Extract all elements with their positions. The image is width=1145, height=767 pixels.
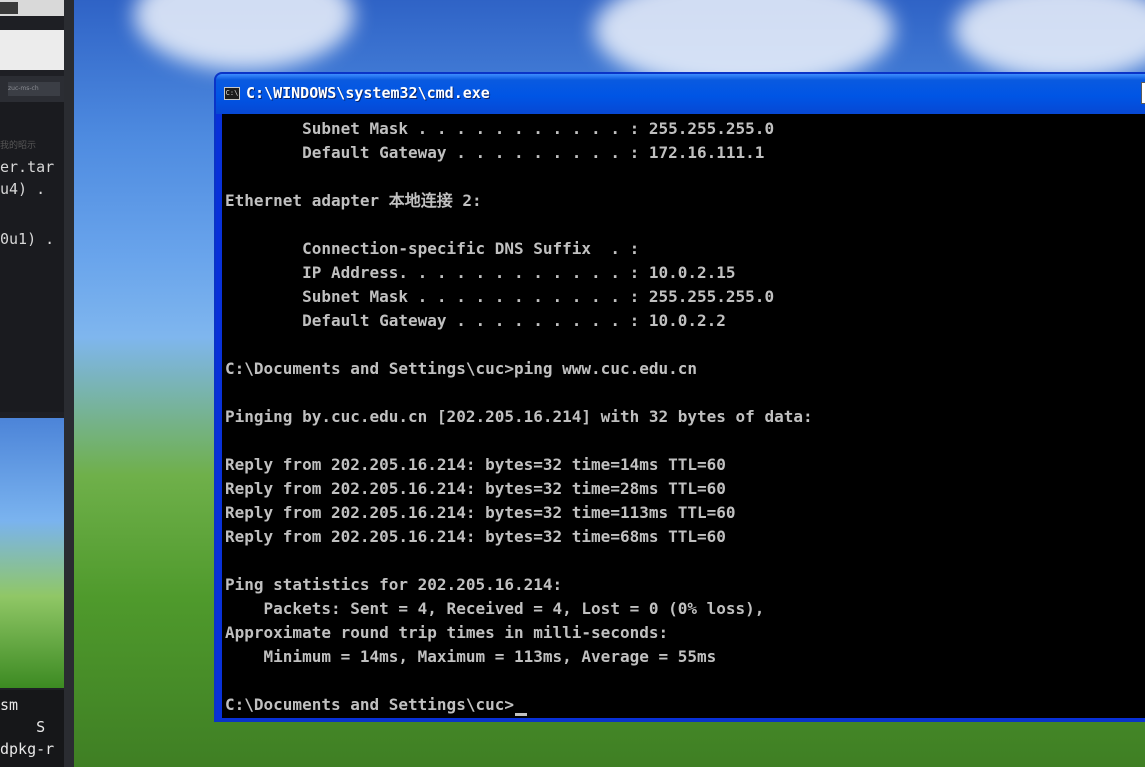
cloud (954, 0, 1145, 80)
background-overlay-text: 我的昭示 (0, 141, 37, 151)
background-tab[interactable]: zuc-ms-ch (8, 82, 60, 96)
background-terminal-line: dpkg-r (0, 740, 55, 758)
console-line: Approximate round trip times in milli-se… (225, 623, 669, 642)
console-line: Reply from 202.205.16.214: bytes=32 time… (225, 455, 726, 474)
console-line: Default Gateway . . . . . . . . . : 172.… (225, 143, 765, 162)
console-line: C:\Documents and Settings\cuc>ping www.c… (225, 359, 698, 378)
console-line: Ping statistics for 202.205.16.214: (225, 575, 563, 594)
background-wallpaper-thumbnail (0, 418, 64, 688)
console-line: Ethernet adapter 本地连接 2: (225, 191, 482, 210)
console-line: Reply from 202.205.16.214: bytes=32 time… (225, 527, 726, 546)
window-divider (64, 0, 74, 767)
console-output[interactable]: Subnet Mask . . . . . . . . . . . : 255.… (222, 114, 1145, 718)
text-cursor (514, 713, 527, 716)
console-line: Subnet Mask . . . . . . . . . . . : 255.… (225, 119, 775, 138)
cloud (134, 0, 354, 70)
console-line: Connection-specific DNS Suffix . : (225, 239, 640, 258)
background-terminal-line: er.tar (0, 158, 55, 176)
console-line: Packets: Sent = 4, Received = 4, Lost = … (225, 599, 765, 618)
title-bar[interactable]: C:\ C:\WINDOWS\system32\cmd.exe ✕ (216, 74, 1145, 114)
background-terminal-output: 我的昭示 er.tar u4) . 0u1) . (0, 102, 64, 412)
window-title: C:\WINDOWS\system32\cmd.exe (246, 84, 490, 102)
background-terminal-line: sm (0, 696, 19, 714)
xp-desktop-wallpaper: C:\ C:\WINDOWS\system32\cmd.exe ✕ Subnet… (74, 0, 1145, 767)
console-line: Reply from 202.205.16.214: bytes=32 time… (225, 479, 726, 498)
background-terminal-window: zuc-ms-ch 我的昭示 er.tar u4) . 0u1) . sm S … (0, 0, 64, 767)
console-line: Reply from 202.205.16.214: bytes=32 time… (225, 503, 736, 522)
background-terminal-line: 0u1) . (0, 230, 55, 248)
background-terminal-line: u4) . (0, 180, 46, 198)
background-tab-strip: zuc-ms-ch (0, 76, 64, 102)
command-prompt[interactable]: C:\Documents and Settings\cuc> (225, 693, 527, 717)
console-line: Pinging by.cuc.edu.cn [202.205.16.214] w… (225, 407, 813, 426)
minimize-button[interactable] (1141, 82, 1145, 104)
background-titlebar (0, 0, 64, 16)
cmd-window[interactable]: C:\ C:\WINDOWS\system32\cmd.exe ✕ Subnet… (214, 72, 1145, 722)
console-line: Minimum = 14ms, Maximum = 113ms, Average… (225, 647, 717, 666)
background-terminal-bottom: sm S dpkg-r (0, 690, 64, 767)
background-panel (0, 30, 64, 70)
console-line: Default Gateway . . . . . . . . . : 10.0… (225, 311, 726, 330)
console-line: Subnet Mask . . . . . . . . . . . : 255.… (225, 287, 775, 306)
background-titlebar-block (0, 2, 18, 14)
cmd-app-icon[interactable]: C:\ (224, 87, 240, 100)
background-terminal-line: S (0, 718, 46, 736)
console-line: IP Address. . . . . . . . . . . . : 10.0… (225, 263, 736, 282)
